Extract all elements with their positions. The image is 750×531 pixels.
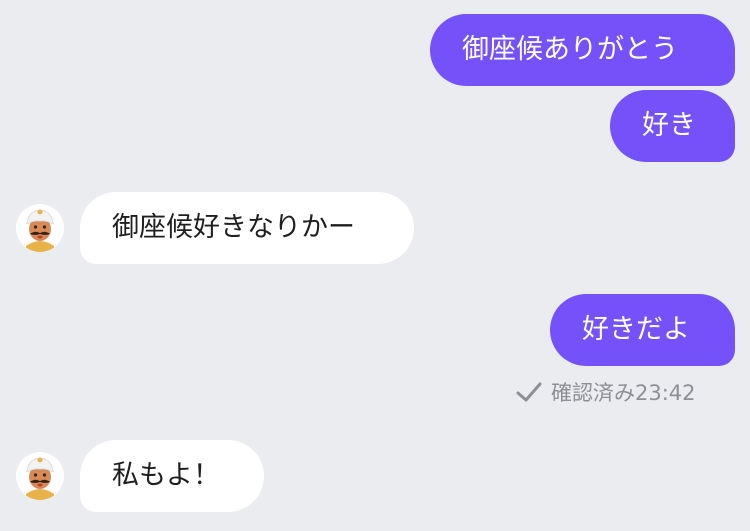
outgoing-message[interactable]: 好き: [610, 90, 735, 162]
read-status-text: 確認済み23:42: [551, 381, 696, 405]
incoming-message[interactable]: 御座候好きなりかー: [80, 192, 414, 264]
avatar[interactable]: [16, 452, 64, 500]
turban-man-avatar-icon: [16, 452, 64, 500]
avatar[interactable]: [16, 204, 64, 252]
read-status: 確認済み23:42: [515, 376, 696, 408]
outgoing-message[interactable]: 好きだよ: [550, 294, 735, 366]
turban-man-avatar-icon: [16, 204, 64, 252]
incoming-message[interactable]: 私もよ！: [80, 440, 264, 512]
outgoing-message[interactable]: 御座候ありがとう: [430, 14, 735, 86]
checkmark-icon: [516, 382, 542, 402]
